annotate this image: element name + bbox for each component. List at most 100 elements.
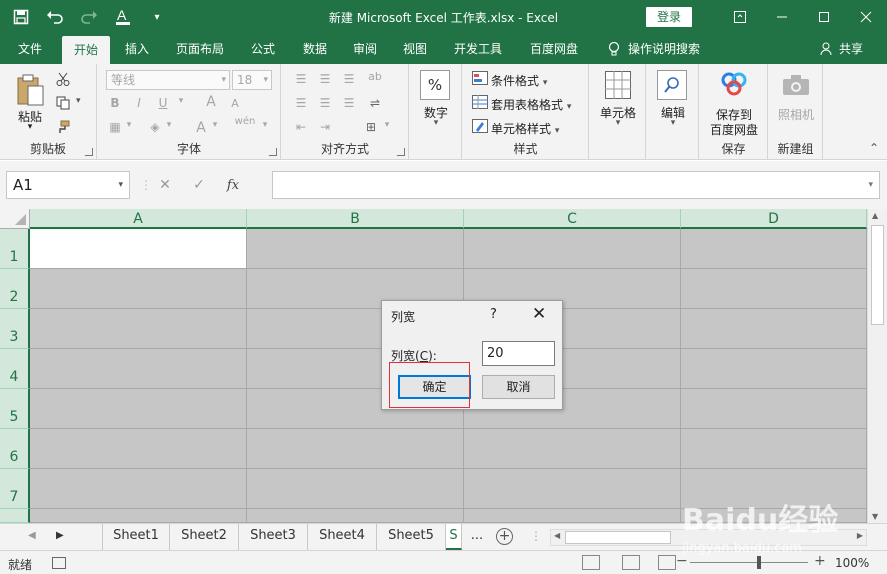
cell-d1[interactable] [681, 229, 867, 269]
phonetic-dropdown-icon[interactable]: ▾ [256, 120, 274, 130]
paste-icon[interactable] [14, 72, 46, 108]
tab-file[interactable]: 文件 [6, 34, 54, 64]
row-header-8[interactable] [0, 509, 30, 523]
collapse-ribbon-icon[interactable]: ⌃ [869, 141, 879, 155]
camera-label[interactable]: 照相机 [771, 106, 821, 123]
shrink-font-icon[interactable]: A [226, 97, 244, 110]
cell-b1[interactable] [247, 229, 464, 269]
cut-icon[interactable] [54, 70, 72, 88]
column-header-a[interactable]: A [30, 209, 247, 229]
cell-c7[interactable] [464, 469, 681, 509]
name-box[interactable]: A1 ▾ [6, 171, 130, 199]
cell-d3[interactable] [681, 309, 867, 349]
font-size-combo[interactable]: 18 ▾ [232, 70, 272, 90]
decrease-indent-icon[interactable]: ⇤ [292, 120, 310, 134]
magnifier-icon[interactable] [657, 70, 687, 100]
copy-icon[interactable] [54, 94, 72, 112]
zoom-level[interactable]: 100% [835, 556, 869, 570]
cell-b6[interactable] [247, 429, 464, 469]
zoom-slider-thumb[interactable] [757, 556, 761, 569]
cell-d4[interactable] [681, 349, 867, 389]
phonetic-icon[interactable]: wén [234, 116, 256, 127]
add-sheet-icon[interactable]: + [496, 528, 513, 545]
cell-styles-label[interactable]: 单元格样式 ▾ [491, 120, 559, 137]
increase-indent-icon[interactable]: ⇥ [316, 120, 334, 134]
sheet-tab-active[interactable]: S [446, 524, 462, 550]
tell-me-search[interactable]: 操作说明搜索 [608, 34, 700, 64]
page-break-view-icon[interactable] [658, 555, 676, 570]
horizontal-scroll-thumb[interactable] [565, 531, 671, 544]
ribbon-display-icon[interactable] [719, 0, 761, 34]
row-header-7[interactable]: 7 [0, 469, 30, 509]
close-icon[interactable]: ✕ [532, 304, 546, 324]
expand-formula-icon[interactable]: ▾ [868, 180, 873, 190]
normal-view-icon[interactable] [582, 555, 600, 570]
maximize-icon[interactable] [803, 0, 845, 34]
login-button[interactable]: 登录 [646, 7, 692, 27]
sheet-tab-2[interactable]: Sheet2 [170, 524, 239, 550]
next-sheet-icon[interactable]: ▶ [56, 530, 64, 541]
cell-c1[interactable] [464, 229, 681, 269]
cell-d8[interactable] [681, 509, 867, 523]
font-color-dropdown-icon[interactable]: ▾ [206, 120, 224, 130]
help-icon[interactable]: ? [490, 307, 497, 322]
sheet-tab-4[interactable]: Sheet4 [308, 524, 377, 550]
number-dropdown-icon[interactable]: ▾ [430, 118, 442, 128]
column-header-b[interactable]: B [247, 209, 464, 229]
align-bottom-icon[interactable]: ☰ [340, 72, 358, 86]
cell-d6[interactable] [681, 429, 867, 469]
sheet-overflow[interactable]: ... [464, 524, 490, 550]
clipboard-launcher-icon[interactable] [85, 148, 93, 156]
italic-icon[interactable]: I [130, 96, 148, 110]
orientation-icon[interactable]: ab [366, 70, 384, 83]
cancel-button[interactable]: 取消 [482, 375, 555, 399]
underline-icon[interactable]: U [154, 96, 172, 110]
row-header-6[interactable]: 6 [0, 429, 30, 469]
cell-a5[interactable] [30, 389, 247, 429]
prev-sheet-icon[interactable]: ◀ [28, 530, 36, 541]
copy-dropdown-icon[interactable]: ▾ [76, 96, 81, 106]
align-center-icon[interactable]: ☰ [316, 96, 334, 110]
vertical-scrollbar[interactable]: ▲ ▼ [867, 209, 887, 523]
tab-review[interactable]: 审阅 [342, 34, 388, 64]
editing-dropdown-icon[interactable]: ▾ [667, 118, 679, 128]
macro-record-icon[interactable] [52, 557, 66, 569]
paste-dropdown-icon[interactable]: ▾ [24, 122, 36, 132]
close-window-icon[interactable] [845, 0, 887, 34]
cell-a6[interactable] [30, 429, 247, 469]
align-top-icon[interactable]: ☰ [292, 72, 310, 86]
scroll-right-icon[interactable]: ▶ [857, 531, 863, 540]
tab-view[interactable]: 视图 [392, 34, 438, 64]
baidu-cloud-icon[interactable] [720, 70, 748, 98]
zoom-in-icon[interactable]: + [814, 553, 826, 569]
align-right-icon[interactable]: ☰ [340, 96, 358, 110]
sheet-splitter[interactable]: ⋮ [530, 529, 542, 543]
conditional-format-icon[interactable] [471, 70, 489, 86]
insert-function-icon[interactable]: fx [216, 178, 250, 193]
borders-dropdown-icon[interactable]: ▾ [120, 120, 138, 130]
camera-icon[interactable] [781, 72, 811, 98]
cell-d5[interactable] [681, 389, 867, 429]
bold-icon[interactable]: B [106, 96, 124, 110]
row-header-2[interactable]: 2 [0, 269, 30, 309]
wrap-text-icon[interactable]: ⇌ [366, 96, 384, 110]
enter-formula-icon[interactable]: ✓ [182, 177, 216, 193]
sheet-tab-5[interactable]: Sheet5 [377, 524, 446, 550]
select-all-button[interactable] [0, 209, 30, 229]
format-as-table-label[interactable]: 套用表格格式 ▾ [491, 96, 571, 113]
cell-b8[interactable] [247, 509, 464, 523]
scroll-down-icon[interactable]: ▼ [872, 512, 878, 521]
tab-page-layout[interactable]: 页面布局 [168, 34, 232, 64]
cell-a1[interactable] [30, 229, 247, 269]
row-header-1[interactable]: 1 [0, 229, 30, 269]
conditional-format-label[interactable]: 条件格式 ▾ [491, 72, 547, 89]
cell-b7[interactable] [247, 469, 464, 509]
grow-font-icon[interactable]: A [202, 94, 220, 110]
format-painter-icon[interactable] [54, 118, 72, 136]
scroll-up-icon[interactable]: ▲ [872, 211, 878, 220]
tab-baidu-netdisk[interactable]: 百度网盘 [520, 34, 588, 64]
cell-a7[interactable] [30, 469, 247, 509]
zoom-slider[interactable] [690, 562, 808, 563]
cell-c8[interactable] [464, 509, 681, 523]
zoom-out-icon[interactable]: − [676, 553, 688, 569]
